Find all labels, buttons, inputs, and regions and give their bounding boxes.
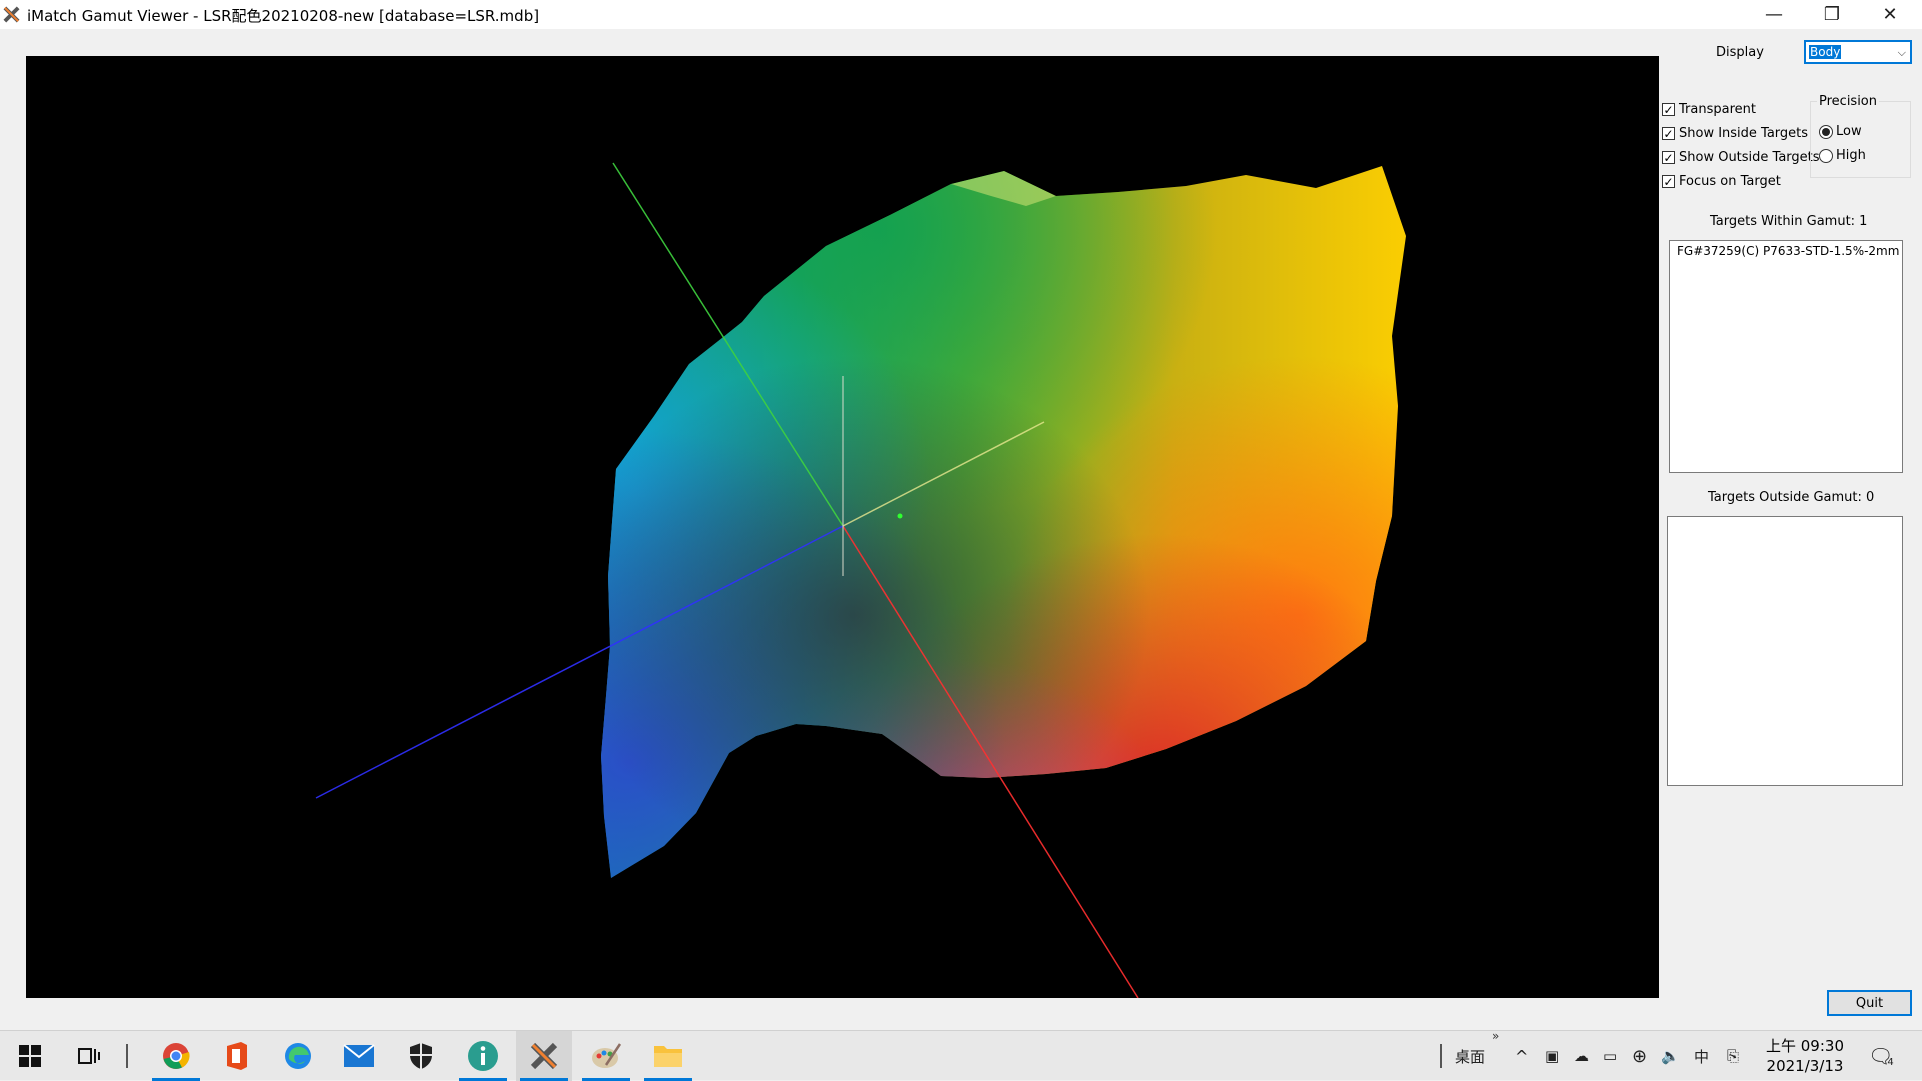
clock-time: 上午 09:30 [1766,1037,1844,1055]
clock-date: 2021/3/13 [1766,1057,1844,1075]
display-selected-value: Body [1809,45,1842,59]
inside-gamut-title: Targets Within Gamut: 1 [1710,214,1868,229]
taskbar-paint[interactable] [578,1031,634,1081]
taskbar-mail[interactable] [331,1031,387,1081]
checkbox-check-icon: ✓ [1662,126,1675,141]
restore-icon: ❐ [1823,4,1841,25]
show-inside-targets-checkbox[interactable]: ✓ Show Inside Targets [1662,126,1808,141]
cloud-icon[interactable]: ☁ [1574,1031,1589,1081]
precision-title: Precision [1817,94,1880,109]
start-button[interactable] [2,1031,58,1081]
info-app-icon [468,1041,498,1071]
inside-targets-list[interactable]: FG#37259(C) P7633-STD-1.5%-2mm [1669,240,1903,473]
target-marker[interactable] [897,513,903,519]
system-clock[interactable]: 上午 09:30 2021/3/13 [1760,1036,1850,1076]
outside-gamut-title: Targets Outside Gamut: 0 [1708,490,1875,505]
radio-label: High [1836,148,1866,163]
taskbar-chrome[interactable] [148,1031,204,1081]
checkbox-check-icon: ✓ [1662,102,1675,117]
network-globe-icon[interactable]: ⊕ [1632,1031,1647,1081]
minimize-button[interactable]: — [1745,0,1803,29]
precision-high-radio[interactable]: High [1819,148,1866,163]
title-bar: iMatch Gamut Viewer - LSR配色20210208-new … [0,0,1922,29]
chrome-icon [163,1043,190,1069]
taskbar-edge[interactable] [270,1031,326,1081]
window-title: iMatch Gamut Viewer - LSR配色20210208-new … [27,7,540,25]
gamut-3d-viewport[interactable] [26,56,1659,998]
precision-group: Precision Low High [1810,94,1911,178]
notification-button[interactable]: 🗨 4 [1868,1031,1894,1081]
mail-icon [343,1044,375,1067]
close-icon: ✕ [1882,4,1898,25]
transparent-checkbox[interactable]: ✓ Transparent [1662,102,1756,117]
outside-targets-list[interactable] [1667,516,1903,786]
taskbar-explorer[interactable] [640,1031,696,1081]
office-icon [227,1042,247,1070]
ime-indicator[interactable]: 中 [1694,1031,1709,1081]
focus-on-target-checkbox[interactable]: ✓ Focus on Target [1662,174,1781,189]
ime-mode-icon[interactable]: ⎘ [1727,1031,1739,1081]
precision-low-radio[interactable]: Low [1819,124,1862,139]
checkbox-label: Show Outside Targets [1679,150,1820,165]
checkbox-check-icon: ✓ [1662,174,1675,189]
taskbar: 桌面 » ^ ▣ ☁ ▭ ⊕ 🔈 中 ⎘ 上午 09:30 2021/3/13 … [0,1029,1922,1081]
display-label: Display [1716,45,1764,60]
restore-button[interactable]: ❐ [1803,0,1861,29]
list-item[interactable]: FG#37259(C) P7633-STD-1.5%-2mm [1670,241,1902,261]
volume-icon[interactable]: 🔈 [1661,1031,1680,1081]
imatch-icon [530,1042,558,1070]
checkbox-label: Show Inside Targets [1679,126,1809,141]
folder-icon [654,1046,682,1067]
radio-label: Low [1836,124,1862,139]
taskbar-security[interactable] [393,1031,449,1081]
close-button[interactable]: ✕ [1861,0,1919,29]
expand-chevron-icon[interactable]: » [1492,1029,1499,1043]
chevron-down-icon: ⌵ [1897,46,1906,59]
taskbar-imatch[interactable] [516,1031,572,1081]
desktop-toolbar[interactable]: 桌面 [1455,1031,1485,1081]
taskbar-info-app[interactable] [455,1031,511,1081]
imatch-app-icon [3,6,20,23]
battery-icon[interactable]: ▭ [1603,1031,1617,1081]
checkbox-label: Transparent [1679,102,1756,117]
edge-icon [285,1043,311,1069]
gamut-body-render [315,162,1406,998]
quit-button[interactable]: Quit [1827,990,1912,1016]
checkbox-check-icon: ✓ [1662,150,1675,165]
paint-icon [592,1043,622,1068]
caret-up-icon[interactable]: ^ [1515,1031,1528,1081]
meet-now-icon[interactable]: ▣ [1545,1031,1559,1081]
task-view-button[interactable] [61,1031,117,1081]
desktop-label: 桌面 [1455,1047,1486,1066]
radio-selected-icon [1819,124,1833,139]
taskbar-separator [126,1044,128,1068]
display-select[interactable]: Body ⌵ [1804,40,1912,64]
show-outside-targets-checkbox[interactable]: ✓ Show Outside Targets [1662,150,1820,165]
windows-start-icon [19,1045,41,1067]
radio-unselected-icon [1819,148,1833,163]
quit-label: Quit [1855,995,1884,1011]
minimize-icon: — [1765,4,1783,25]
shield-icon [410,1043,432,1069]
taskbar-office[interactable] [208,1031,264,1081]
taskbar-separator [1440,1044,1442,1068]
checkbox-label: Focus on Target [1679,174,1781,189]
notification-count: 4 [1887,1056,1894,1068]
task-view-icon [78,1048,100,1064]
